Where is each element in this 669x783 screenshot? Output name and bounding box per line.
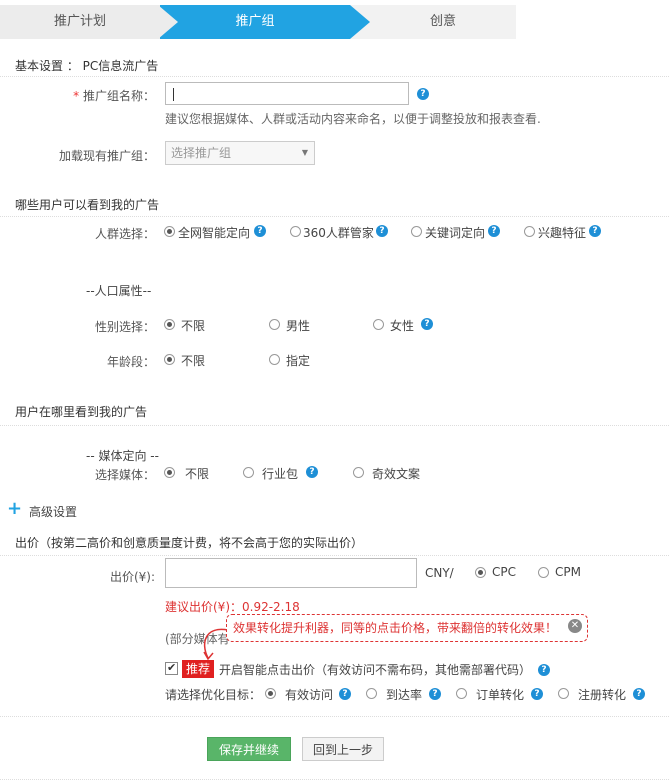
goal-option-label: 有效访问: [285, 688, 334, 702]
bid-header: 出价（按第二高价和创意质量度计费，将不会高于您的实际出价）: [15, 536, 364, 550]
radio-crowd-all[interactable]: [164, 226, 175, 237]
tooltip-text: 效果转化提升利器，同等的点击价格，带来翻倍的转化效果！: [233, 621, 558, 635]
step-divider-2: [350, 5, 370, 39]
radio-gender-male[interactable]: [269, 319, 280, 330]
help-icon[interactable]: ?: [306, 466, 318, 478]
help-icon[interactable]: ?: [376, 225, 388, 237]
radio-media-any[interactable]: [164, 467, 175, 478]
radio-goal-order[interactable]: [456, 688, 467, 699]
age-option-label: 不限: [181, 354, 206, 368]
save-continue-button[interactable]: 保存并继续: [207, 737, 291, 761]
radio-gender-any[interactable]: [164, 319, 175, 330]
plus-icon[interactable]: +: [7, 500, 22, 518]
load-group-label: 加载现有推广组：: [58, 149, 155, 163]
radio-bid-cpm[interactable]: [538, 567, 549, 578]
basic-settings-header: 基本设置 ： PC信息流广告: [15, 59, 159, 73]
media-option-label: 奇效文案: [372, 467, 421, 481]
help-icon[interactable]: ?: [488, 225, 500, 237]
radio-crowd-keyword[interactable]: [411, 226, 422, 237]
step-group-active[interactable]: 推广组: [160, 5, 350, 39]
goal-label: 请选择优化目标：: [165, 688, 262, 702]
goal-option-label: 订单转化: [476, 688, 525, 702]
required-mark: *: [73, 89, 80, 103]
help-icon[interactable]: ?: [633, 688, 645, 700]
radio-crowd-360[interactable]: [290, 226, 301, 237]
where-header: 用户在哪里看到我的广告: [15, 405, 148, 419]
radio-goal-register[interactable]: [558, 688, 569, 699]
help-icon[interactable]: ?: [417, 88, 429, 100]
crowd-option-label: 关键词定向: [425, 226, 486, 240]
advanced-settings-link[interactable]: 高级设置: [29, 503, 77, 520]
help-icon[interactable]: ?: [589, 225, 601, 237]
help-icon[interactable]: ?: [538, 664, 550, 676]
crowd-label: 人群选择：: [94, 227, 155, 241]
radio-age-any[interactable]: [164, 354, 175, 365]
help-icon[interactable]: ?: [429, 688, 441, 700]
age-label: 年龄段：: [106, 355, 155, 369]
back-button[interactable]: 回到上一步: [302, 737, 384, 761]
currency-label: CNY/: [425, 566, 454, 580]
gender-option-label: 女性: [390, 319, 415, 333]
step-creative[interactable]: 创意: [350, 5, 516, 39]
gender-option-label: 不限: [181, 319, 206, 333]
radio-age-specify[interactable]: [269, 354, 280, 365]
wizard-steps: 推广计划 创意 推广组: [0, 5, 516, 39]
media-header: -- 媒体定向 --: [86, 449, 159, 463]
crowd-option-label: 全网智能定向: [178, 226, 251, 240]
radio-media-industry[interactable]: [243, 467, 254, 478]
chevron-down-icon: ▼: [301, 148, 308, 157]
step-plan[interactable]: 推广计划: [0, 5, 160, 39]
bid-input[interactable]: [165, 558, 417, 588]
bid-mode-label: CPM: [555, 565, 581, 579]
crowd-option-label: 兴趣特征: [538, 226, 587, 240]
load-group-select-value: 选择推广组: [171, 146, 232, 160]
text-cursor: [173, 88, 174, 101]
bid-label: 出价(¥):: [109, 570, 155, 584]
radio-bid-cpc[interactable]: [475, 567, 486, 578]
smart-bid-checkbox[interactable]: [165, 661, 178, 675]
group-name-hint: 建议您根据媒体、人群或活动内容来命名，以便于调整投放和报表查看.: [165, 112, 541, 126]
divider: [0, 555, 669, 556]
radio-gender-female[interactable]: [373, 319, 384, 330]
help-icon[interactable]: ?: [421, 318, 433, 330]
divider: [0, 425, 669, 426]
demographics-header: --人口属性--: [86, 284, 152, 298]
radio-crowd-interest[interactable]: [524, 226, 535, 237]
goal-option-label: 注册转化: [578, 688, 627, 702]
step-plan-label: 推广计划: [53, 14, 106, 29]
gender-label: 性别选择：: [94, 320, 155, 334]
group-name-label-text: 推广组名称：: [82, 89, 155, 103]
help-icon[interactable]: ?: [531, 688, 543, 700]
step-divider-1: [158, 5, 178, 39]
age-option-label: 指定: [286, 354, 311, 368]
smart-bid-tooltip: 效果转化提升利器，同等的点击价格，带来翻倍的转化效果！: [226, 614, 588, 642]
load-group-select[interactable]: 选择推广组 ▼: [165, 141, 315, 165]
bid-mode-label: CPC: [492, 565, 516, 579]
media-option-label: 不限: [185, 467, 210, 481]
who-header: 哪些用户可以看到我的广告: [15, 198, 160, 212]
media-label: 选择媒体：: [94, 468, 155, 482]
radio-media-creative[interactable]: [353, 467, 364, 478]
group-name-label: * 推广组名称：: [60, 87, 155, 104]
close-icon[interactable]: ✕: [568, 619, 582, 633]
recommend-badge: 推荐: [182, 660, 215, 678]
divider: [0, 216, 669, 217]
help-icon[interactable]: ?: [339, 688, 351, 700]
divider: [0, 76, 669, 77]
radio-goal-arrival[interactable]: [366, 688, 377, 699]
smart-bid-label: 开启智能点击出价（有效访问不需布码，其他需部署代码）: [219, 663, 532, 677]
goal-option-label: 到达率: [386, 688, 423, 702]
group-name-input[interactable]: [165, 82, 409, 105]
step-group-label: 推广组: [235, 14, 275, 29]
divider: [0, 716, 669, 717]
step-creative-label: 创意: [429, 14, 456, 29]
crowd-option-label: 360人群管家: [303, 226, 374, 240]
media-option-label: 行业包: [262, 467, 299, 481]
gender-option-label: 男性: [286, 319, 311, 333]
radio-goal-visit[interactable]: [265, 688, 276, 699]
divider: [0, 779, 669, 780]
help-icon[interactable]: ?: [254, 225, 266, 237]
